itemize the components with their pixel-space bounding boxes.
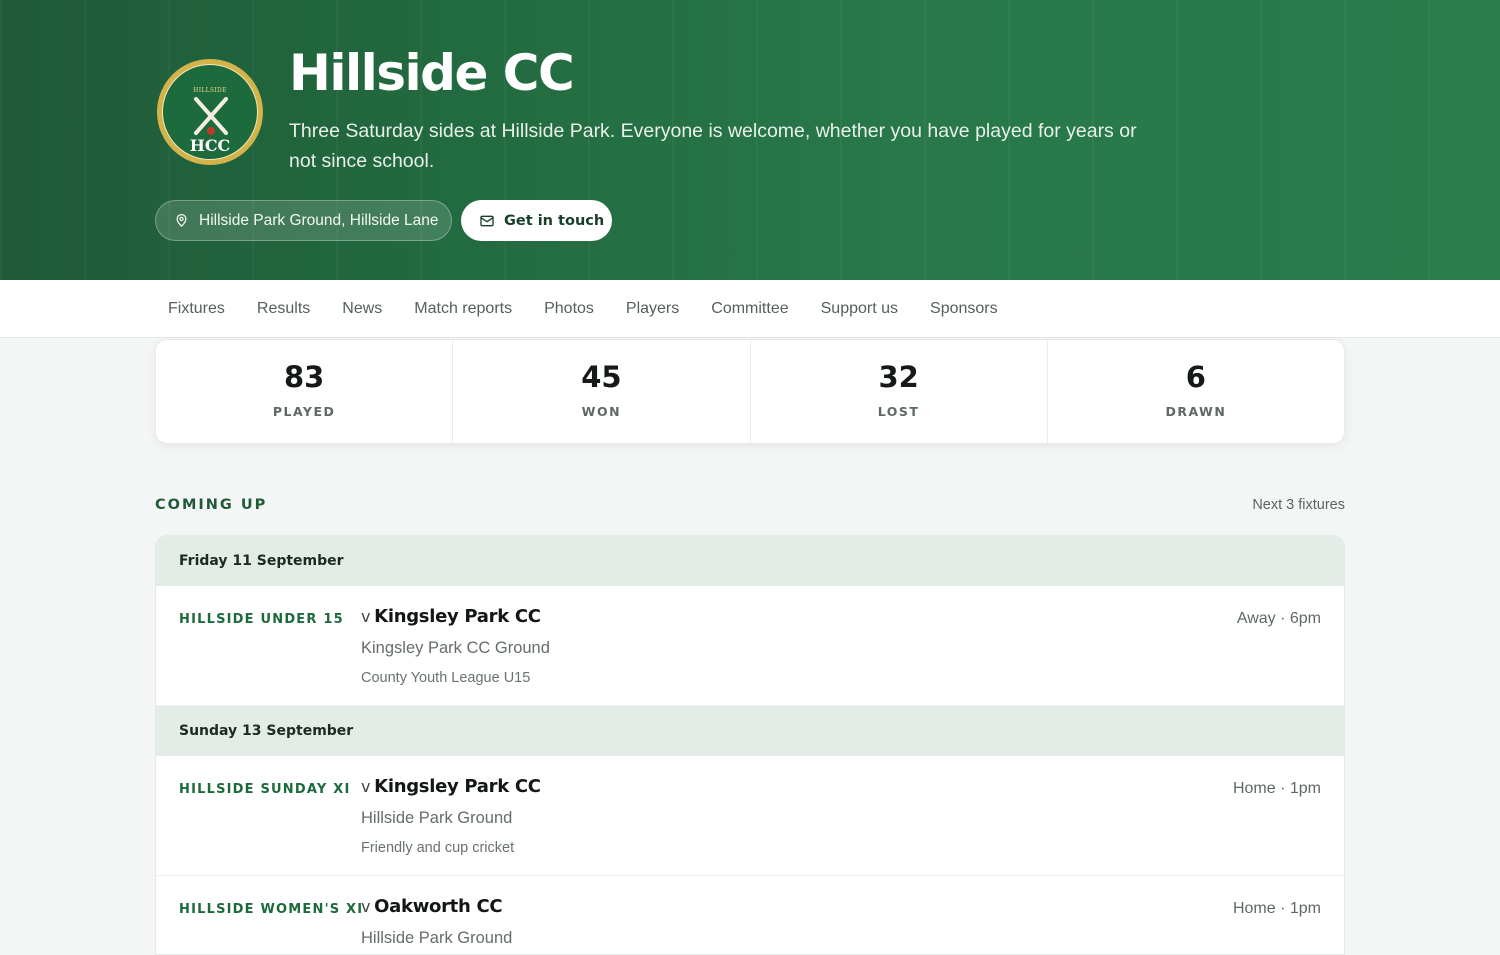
fixtures-list: Friday 11 September HILLSIDE UNDER 15 vK… bbox=[155, 535, 1345, 955]
stat-value: 32 bbox=[878, 360, 919, 394]
nav-item-support-us[interactable]: Support us bbox=[808, 300, 911, 318]
fixture-row[interactable]: HILLSIDE UNDER 15 v Kingsley Park CC King… bbox=[156, 586, 1344, 706]
nav-item-sponsors[interactable]: Sponsors bbox=[917, 300, 1011, 318]
fixture-venue-time: Home · 1pm bbox=[1232, 900, 1321, 917]
stat-label: WON bbox=[581, 404, 622, 419]
get-in-touch-button[interactable]: Get in touch bbox=[461, 200, 612, 241]
stat-won: 45 WON bbox=[453, 340, 751, 443]
section-subtitle: Next 3 fixtures bbox=[1252, 497, 1345, 513]
day-header: Sunday 13 September bbox=[156, 706, 1344, 756]
nav-item-news[interactable]: News bbox=[329, 300, 395, 318]
day-header: Friday 11 September bbox=[156, 536, 1344, 586]
stat-lost: 32 LOST bbox=[751, 340, 1048, 443]
hero-banner: HILLSIDE HCC Hillside CC Three Saturday … bbox=[0, 0, 1500, 280]
fixture-competition: Friendly and cup cricket bbox=[361, 840, 515, 856]
stat-value: 83 bbox=[283, 360, 325, 394]
opponent-name: Oakworth CC bbox=[374, 896, 503, 917]
section-title: COMING UP bbox=[155, 497, 268, 513]
club-tagline: Three Saturday sides at Hillside Park. E… bbox=[289, 120, 1137, 172]
nav-item-match-reports[interactable]: Match reports bbox=[401, 300, 525, 318]
stat-value: 45 bbox=[581, 360, 622, 394]
stat-value: 6 bbox=[1185, 360, 1206, 394]
coming-up-header: COMING UP Next 3 fixtures bbox=[155, 497, 1345, 513]
versus-label: v bbox=[361, 897, 371, 916]
stat-played: 83 PLAYED bbox=[156, 340, 454, 443]
fixture-opponent: v Kingsley Park CC bbox=[361, 776, 541, 797]
fixture-team: HILLSIDE UNDER 15 bbox=[179, 612, 344, 627]
versus-label: v bbox=[361, 777, 371, 796]
fixture-venue-time: Home · 1pm bbox=[1232, 780, 1321, 797]
versus-label: v bbox=[361, 607, 371, 626]
nav-item-results[interactable]: Results bbox=[244, 300, 323, 318]
get-in-touch-label: Get in touch bbox=[504, 212, 605, 229]
fixture-competition: County Youth League U15 bbox=[361, 670, 531, 686]
map-pin-icon bbox=[174, 213, 189, 228]
opponent-name: Kingsley Park CC bbox=[374, 776, 541, 797]
fixture-ground: Kingsley Park CC Ground bbox=[361, 639, 550, 657]
fixture-ground: Hillside Park Ground bbox=[361, 809, 513, 827]
nav-item-committee[interactable]: Committee bbox=[698, 300, 801, 318]
location-label: Hillside Park Ground, Hillside Lane bbox=[199, 211, 439, 229]
fixture-ground: Hillside Park Ground bbox=[361, 929, 513, 947]
nav-item-players[interactable]: Players bbox=[613, 300, 692, 318]
envelope-icon bbox=[479, 213, 495, 229]
season-stats-card: 83 PLAYED 45 WON 32 LOST 6 DRAWN bbox=[155, 339, 1345, 444]
stat-label: PLAYED bbox=[272, 404, 336, 419]
fixture-opponent: v Kingsley Park CC bbox=[361, 606, 541, 627]
fixture-team: HILLSIDE SUNDAY XI bbox=[179, 782, 351, 797]
fixture-opponent: v Oakworth CC bbox=[361, 896, 503, 917]
stat-label: LOST bbox=[877, 404, 920, 419]
fixture-row[interactable]: HILLSIDE WOMEN'S XI v Oakworth CC Hillsid… bbox=[156, 876, 1344, 954]
page-title: Hillside CC bbox=[289, 44, 575, 102]
nav-item-photos[interactable]: Photos bbox=[531, 300, 607, 318]
fixture-team: HILLSIDE WOMEN'S XI bbox=[179, 902, 364, 917]
nav-item-fixtures[interactable]: Fixtures bbox=[155, 300, 238, 318]
stat-drawn: 6 DRAWN bbox=[1048, 340, 1344, 443]
badge-top-text: HILLSIDE bbox=[193, 87, 227, 94]
stat-label: DRAWN bbox=[1165, 404, 1227, 419]
fixture-venue-time: Away · 6pm bbox=[1236, 610, 1321, 627]
main-nav: Fixtures Results News Match reports Phot… bbox=[0, 280, 1500, 338]
club-badge-logo: HILLSIDE HCC bbox=[157, 59, 263, 165]
opponent-name: Kingsley Park CC bbox=[374, 606, 541, 627]
badge-bottom-text: HCC bbox=[189, 136, 231, 155]
location-pill[interactable]: Hillside Park Ground, Hillside Lane bbox=[155, 200, 452, 241]
fixture-row[interactable]: HILLSIDE SUNDAY XI v Kingsley Park CC Hil… bbox=[156, 756, 1344, 876]
